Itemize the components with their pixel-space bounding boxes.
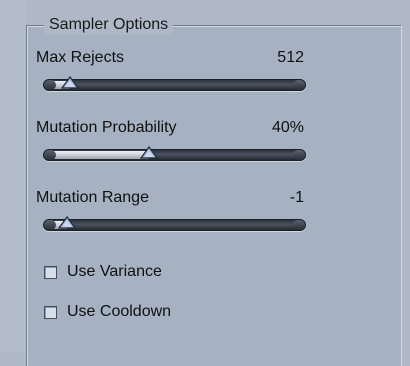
mutation-probability-slider[interactable] bbox=[43, 146, 306, 161]
max-rejects-label: Max Rejects bbox=[36, 49, 125, 66]
use-variance-option[interactable]: Use Variance bbox=[44, 262, 162, 282]
slider-endcap-right bbox=[293, 220, 305, 230]
mutation-range-value: -1 bbox=[289, 189, 304, 206]
use-cooldown-label: Use Cooldown bbox=[67, 303, 172, 320]
use-cooldown-option[interactable]: Use Cooldown bbox=[44, 302, 171, 322]
mutation-probability-value: 40% bbox=[271, 119, 304, 136]
slider-endcap-left bbox=[44, 150, 56, 160]
use-variance-checkbox[interactable] bbox=[44, 265, 57, 279]
slider-endcap-left bbox=[44, 80, 56, 90]
window-background bbox=[0, 0, 26, 353]
max-rejects-slider[interactable] bbox=[43, 76, 306, 91]
slider-fill bbox=[45, 151, 150, 159]
use-variance-label: Use Variance bbox=[67, 263, 162, 280]
mutation-range-label: Mutation Range bbox=[36, 189, 149, 206]
group-title: Sampler Options bbox=[44, 15, 174, 35]
slider-thumb-icon[interactable] bbox=[140, 146, 159, 160]
slider-track bbox=[43, 219, 306, 231]
slider-thumb-icon[interactable] bbox=[60, 76, 79, 90]
slider-thumb-icon[interactable] bbox=[58, 216, 77, 230]
slider-endcap-right bbox=[293, 80, 305, 90]
mutation-range-slider[interactable] bbox=[43, 216, 306, 231]
max-rejects-value: 512 bbox=[277, 49, 304, 66]
slider-endcap-right bbox=[293, 150, 305, 160]
mutation-probability-label: Mutation Probability bbox=[36, 119, 177, 136]
slider-track bbox=[43, 79, 306, 91]
use-cooldown-checkbox[interactable] bbox=[44, 305, 57, 319]
slider-endcap-left bbox=[44, 220, 56, 230]
